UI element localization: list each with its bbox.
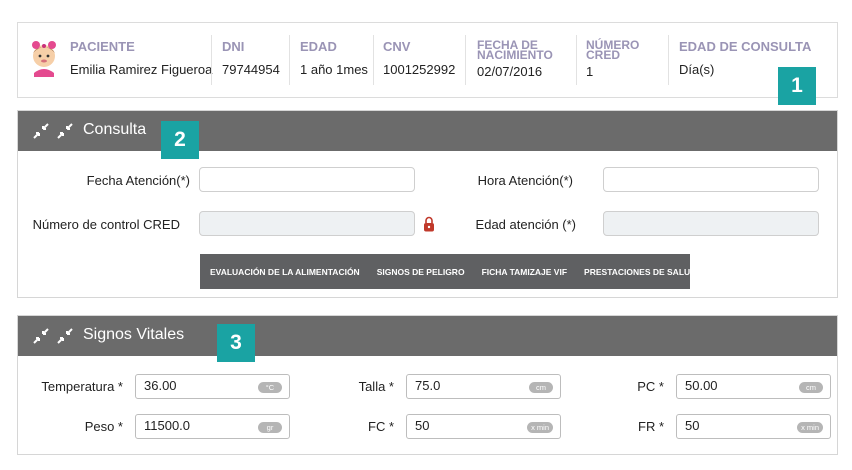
numero-control-input [199, 211, 415, 236]
tab-signos-peligro[interactable]: SIGNOS DE PELIGRO [377, 267, 465, 277]
per-minute-unit-badge: x min [797, 422, 823, 433]
fc-value: 50 [415, 418, 430, 433]
divider [373, 35, 374, 85]
patient-name-column: PACIENTE Emilia Ramirez Figueroa [70, 40, 212, 78]
edad-atencion-input [603, 211, 819, 236]
tab-prestaciones-salud[interactable]: PRESTACIONES DE SALUD [584, 267, 696, 277]
peso-label: Peso * [84, 419, 123, 434]
consulta-panel: Consulta Fecha Atención(*) Hora Atención… [17, 110, 838, 298]
divider [576, 35, 577, 85]
consulta-title: Consulta [83, 121, 147, 138]
collapse-icons[interactable] [32, 122, 74, 140]
hora-atencion-label: Hora Atención(*) [477, 173, 573, 188]
tab-ficha-tamizaje-vif[interactable]: FICHA TAMIZAJE VIF [482, 267, 567, 277]
lock-icon [424, 216, 434, 232]
fc-input[interactable]: 50 x min [406, 414, 561, 439]
cnv-column: CNV 1001252992 [383, 40, 455, 78]
pc-value: 50.00 [685, 378, 718, 393]
numero-cred-column: NÚMERO CRED 1 [586, 39, 639, 80]
signos-vitales-panel-header[interactable]: Signos Vitales [18, 316, 837, 356]
per-minute-unit-badge: x min [527, 422, 553, 433]
consulta-panel-header[interactable]: Consulta [18, 111, 837, 151]
dni-label: DNI [222, 39, 245, 54]
gr-unit-badge: gr [258, 422, 282, 433]
step-badge-1: 1 [778, 67, 816, 105]
fecha-atencion-label: Fecha Atención(*) [86, 173, 190, 188]
pc-label: PC * [637, 379, 664, 394]
edad-column: EDAD 1 año 1mes [300, 40, 368, 78]
edad-consulta-label: EDAD DE CONSULTA [679, 39, 812, 54]
fecha-nacimiento-value: 02/07/2016 [477, 64, 543, 79]
patient-name-value: Emilia Ramirez Figueroa [70, 62, 213, 77]
fecha-atencion-input[interactable] [199, 167, 415, 192]
dni-column: DNI 79744954 [222, 40, 280, 78]
collapse-icons[interactable] [32, 327, 74, 345]
hora-atencion-input[interactable] [603, 167, 819, 192]
tab-evaluacion-alimentacion[interactable]: EVALUACIÓN DE LA ALIMENTACIÓN [210, 267, 360, 277]
peso-input[interactable]: 11500.0 gr [135, 414, 290, 439]
dni-value: 79744954 [222, 62, 280, 77]
signos-vitales-panel: Signos Vitales Temperatura * 36.00 °C Ta… [17, 315, 838, 455]
consulta-tabbar: EVALUACIÓN DE LA ALIMENTACIÓN SIGNOS DE … [200, 254, 696, 289]
step-badge-2: 2 [161, 121, 199, 159]
edad-atencion-label: Edad atención (*) [475, 217, 576, 232]
divider [289, 35, 290, 85]
celsius-unit-badge: °C [258, 382, 282, 393]
edad-value: 1 año 1mes [300, 62, 368, 77]
fr-value: 50 [685, 418, 700, 433]
divider [211, 35, 212, 85]
patient-summary-card: PACIENTE Emilia Ramirez Figueroa DNI 797… [17, 22, 838, 98]
fecha-nacimiento-label-line2: NACIMIENTO [477, 48, 553, 62]
step-badge-3: 3 [217, 324, 255, 362]
fc-label: FC * [368, 419, 394, 434]
signos-vitales-title: Signos Vitales [83, 326, 185, 343]
cnv-label: CNV [383, 39, 411, 54]
peso-value: 11500.0 [144, 418, 191, 433]
cnv-value: 1001252992 [383, 62, 456, 77]
talla-value: 75.0 [415, 378, 441, 393]
collapse-arrows-icon[interactable] [32, 327, 50, 345]
fecha-nacimiento-column: FECHA DE NACIMIENTO 02/07/2016 [477, 39, 553, 80]
pc-input[interactable]: 50.00 cm [676, 374, 831, 399]
numero-control-label: Número de control CRED [32, 217, 180, 232]
expand-arrows-icon[interactable] [56, 122, 74, 140]
divider [465, 35, 466, 85]
fr-label: FR * [638, 419, 664, 434]
numero-cred-value: 1 [586, 64, 594, 79]
talla-label: Talla * [358, 379, 394, 394]
baby-girl-icon [32, 41, 56, 77]
patient-name-label: PACIENTE [70, 39, 135, 54]
divider [668, 35, 669, 85]
expand-arrows-icon[interactable] [56, 327, 74, 345]
edad-label: EDAD [300, 39, 337, 54]
temperatura-label: Temperatura * [41, 379, 123, 394]
cm-unit-badge: cm [529, 382, 553, 393]
cm-unit-badge: cm [799, 382, 823, 393]
talla-input[interactable]: 75.0 cm [406, 374, 561, 399]
temperatura-input[interactable]: 36.00 °C [135, 374, 290, 399]
collapse-arrows-icon[interactable] [32, 122, 50, 140]
fr-input[interactable]: 50 x min [676, 414, 831, 439]
temperatura-value: 36.00 [144, 378, 177, 393]
